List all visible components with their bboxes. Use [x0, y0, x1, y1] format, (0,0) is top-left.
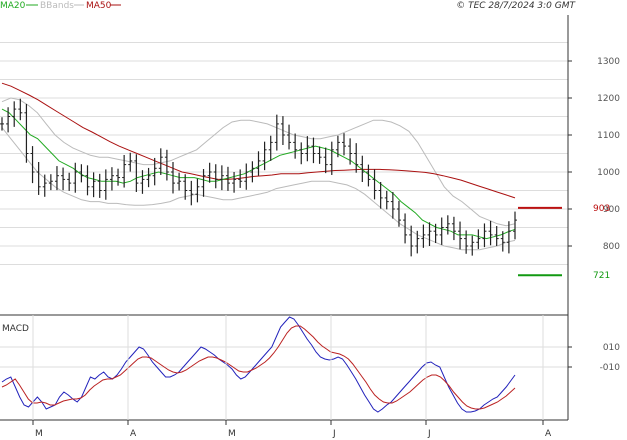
- price-bar: [513, 211, 517, 240]
- stock-chart: MA20 BBands MA50 © TEC 28/7/2024 3:0 GMT…: [0, 1, 620, 439]
- price-bar: [67, 172, 72, 191]
- price-bar: [158, 148, 163, 175]
- legend-ma50-label: MA50: [86, 1, 112, 11]
- copyright: © TEC 28/7/2024 3:0 GMT: [456, 1, 576, 11]
- price-bar: [323, 147, 328, 174]
- marker-label-903: 903: [593, 204, 610, 214]
- tick-label-1000: 1000: [597, 168, 620, 178]
- price-bar: [262, 141, 267, 171]
- macd-lines: [1, 316, 516, 413]
- price-bar: [42, 174, 47, 197]
- price-bar: [268, 135, 273, 161]
- ma50-line: [1, 82, 516, 199]
- price-bar: [439, 217, 444, 245]
- price-bar: [354, 143, 359, 173]
- price-bar: [384, 190, 389, 210]
- price-bar: [464, 230, 469, 254]
- price-bar: [482, 223, 487, 248]
- price-bar: [177, 172, 182, 191]
- month-label: M: [228, 429, 236, 439]
- price-bar: [451, 216, 456, 241]
- price-bar: [274, 114, 279, 151]
- month-label: A: [545, 429, 552, 439]
- price-bar: [91, 172, 96, 198]
- price-bar: [201, 169, 206, 197]
- price-markers: 903 721: [518, 204, 610, 281]
- price-bar: [378, 181, 383, 209]
- price-bar: [488, 220, 493, 246]
- price-bar: [396, 200, 401, 227]
- price-bar: [207, 162, 212, 183]
- price-bar: [219, 165, 224, 191]
- price-bar: [445, 215, 450, 235]
- price-axis: 8009001000110012001300: [568, 57, 620, 252]
- month-label: A: [130, 429, 137, 439]
- legend: MA20 BBands MA50: [0, 1, 121, 11]
- price-bar: [213, 164, 218, 189]
- macd-line: [1, 316, 516, 413]
- legend-ma20-label: MA20: [0, 1, 26, 11]
- price-bar: [506, 221, 511, 254]
- marker-label-721: 721: [593, 271, 610, 281]
- price-bar: [372, 169, 377, 200]
- price-bar: [390, 191, 395, 219]
- price-bar: [403, 213, 408, 244]
- macd-panel: MACD 010 -010: [0, 316, 620, 413]
- tick-label-1100: 1100: [597, 131, 620, 141]
- price-bar: [116, 168, 121, 186]
- tick-label-800: 800: [603, 242, 620, 252]
- month-label: M: [35, 429, 43, 439]
- macd-tick-label: -010: [600, 363, 621, 373]
- price-bar: [12, 101, 17, 127]
- price-bar: [427, 222, 432, 246]
- price-bar: [109, 167, 114, 191]
- macd-axis: 010 -010: [568, 343, 620, 373]
- price-bar: [171, 162, 175, 194]
- price-bar: [244, 163, 249, 190]
- legend-bbands-label: BBands: [40, 1, 74, 11]
- tick-label-1200: 1200: [597, 94, 620, 104]
- price-bar: [73, 162, 78, 193]
- macd-title: MACD: [2, 324, 29, 334]
- price-bar: [317, 146, 322, 164]
- price-bar: [342, 133, 346, 156]
- price-bar: [329, 141, 334, 175]
- macd-tick-label: 010: [603, 343, 620, 353]
- price-bar: [189, 180, 194, 206]
- price-bar: [293, 133, 298, 159]
- price-bar: [287, 124, 292, 150]
- price-bar: [458, 221, 463, 250]
- price-bar: [134, 154, 139, 192]
- price-bar: [311, 137, 316, 164]
- month-label: J: [427, 429, 431, 439]
- price-bar: [146, 167, 151, 188]
- price-bar: [232, 172, 237, 193]
- macd-grid: [0, 346, 568, 368]
- price-bar: [97, 173, 102, 198]
- price-panel: 8009001000110012001300 903721: [0, 42, 620, 281]
- price-bar: [103, 169, 108, 200]
- tick-label-1300: 1300: [597, 57, 620, 67]
- bband-lower-line: [1, 127, 516, 251]
- month-label: J: [332, 429, 336, 439]
- price-bar: [61, 167, 66, 191]
